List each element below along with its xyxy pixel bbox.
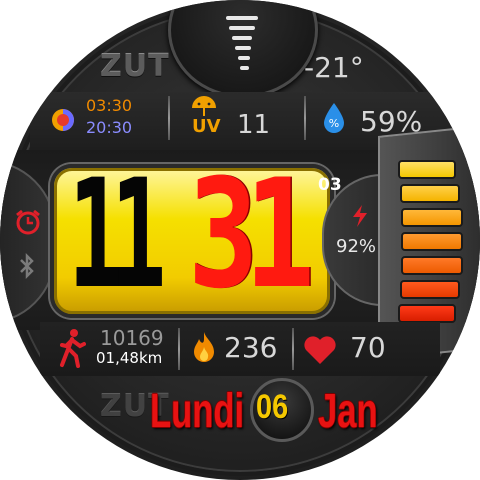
sun-moon-icon [52,109,74,131]
battery-segment [400,280,460,299]
step-count: 10169 [100,326,164,350]
battery-segment [401,208,463,227]
battery-percent: 92% [336,236,377,257]
calories-value: 236 [224,331,278,364]
day-number: 06 [256,388,289,426]
sunrise-time: 03:30 [86,96,133,115]
minute-digits: 31 [188,148,315,322]
battery-segment [401,256,463,275]
weekday: Lundi [150,385,245,438]
alarm-clock-icon [16,209,40,235]
separator [178,328,180,370]
hour-digits: 11 [68,148,166,322]
separator [168,96,170,140]
battery-segment [398,160,456,179]
battery-segment [401,232,463,251]
brand-logo: ZUT [100,49,170,84]
dial: ZUT -21° 03:30 20:30 UV 11 % 59% 11 31 0… [0,0,480,480]
walking-person-icon [60,329,86,368]
umbrella-uv-icon [192,96,216,116]
lightning-icon [353,205,367,227]
battery-segment [400,184,460,203]
flame-icon [194,332,214,362]
separator [292,328,294,370]
bluetooth-icon [20,252,34,280]
battery-segment [398,304,456,323]
water-drop-icon: % [324,103,344,133]
sunset-time: 20:30 [86,118,133,137]
watch-face: ZUT -21° 03:30 20:30 UV 11 % 59% 11 31 0… [0,0,480,480]
uv-value: 11 [237,110,271,140]
temperature: -21° [304,51,364,84]
fog-icon [226,16,258,70]
separator [304,96,306,140]
heart-rate-value: 70 [350,331,386,364]
uv-label: UV [192,116,221,137]
heart-icon [304,336,336,364]
svg-text:%: % [329,117,339,130]
month: Jan [318,385,378,438]
step-distance: 01,48km [96,349,163,367]
